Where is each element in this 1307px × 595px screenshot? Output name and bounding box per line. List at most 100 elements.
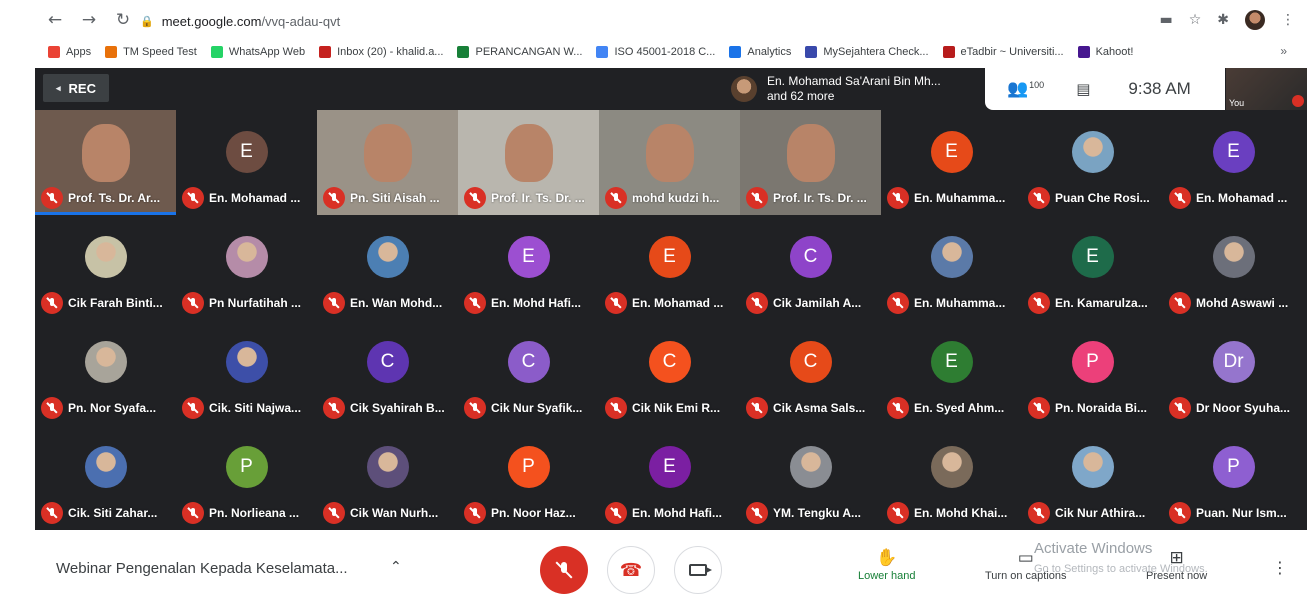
participant-nameplate: En. Muhamma... (887, 292, 1018, 314)
participant-tile[interactable]: C Cik Jamilah A... (740, 215, 881, 320)
bookmark-label: TM Speed Test (123, 46, 197, 58)
participant-tile[interactable]: Pn. Siti Aisah ... (317, 110, 458, 215)
camera-icon (689, 564, 712, 576)
participant-tile[interactable]: E En. Mohd Hafi... (599, 425, 740, 530)
participant-photo-avatar (930, 235, 973, 278)
participant-tile[interactable]: E En. Syed Ahm... (881, 320, 1022, 425)
bookmark-item[interactable]: ISO 45001-2018 C... (596, 46, 715, 58)
participant-video-feed (504, 124, 553, 182)
participant-initial-avatar: P (1071, 340, 1114, 383)
participant-tile[interactable]: P Pn. Norlieana ... (176, 425, 317, 530)
participant-tile[interactable]: C Cik Asma Sals... (740, 320, 881, 425)
participant-tile[interactable]: Pn. Nor Syafa... (35, 320, 176, 425)
participant-tile[interactable]: Dr Dr Noor Syuha... (1163, 320, 1304, 425)
participant-tile[interactable]: E En. Kamarulza... (1022, 215, 1163, 320)
participant-name: Cik Nik Emi R... (632, 401, 721, 415)
participant-tile[interactable]: Mohd Aswawi ... (1163, 215, 1304, 320)
bookmarks-overflow-icon[interactable]: » (1280, 44, 1287, 58)
mic-muted-icon (464, 292, 486, 314)
mic-muted-icon (323, 187, 345, 209)
more-options-icon[interactable]: ⋮ (1272, 558, 1288, 577)
participant-name: Pn. Norlieana ... (209, 506, 300, 520)
bookmark-item[interactable]: Kahoot! (1077, 46, 1133, 58)
bookmark-item[interactable]: TM Speed Test (105, 46, 197, 58)
microphone-toggle-button[interactable] (540, 546, 588, 594)
participant-initial-avatar: P (225, 445, 268, 488)
leave-call-button[interactable]: ☎ (607, 546, 655, 594)
participant-name: Cik. Siti Zahar... (68, 506, 158, 520)
participant-tile[interactable]: Puan Che Rosi... (1022, 110, 1163, 215)
presenter-indicator[interactable]: En. Mohamad Sa'Arani Bin Mh... and 62 mo… (725, 68, 985, 110)
bookmark-item[interactable]: MySejahtera Check... (805, 46, 929, 58)
participant-tile[interactable]: Cik Wan Nurh... (317, 425, 458, 530)
participant-tile[interactable]: E En. Mohamad ... (599, 215, 740, 320)
meeting-toolbar: Webinar Pengenalan Kepada Keselamata... … (0, 530, 1307, 595)
participant-name: En. Muhamma... (914, 296, 1006, 310)
participant-tile[interactable]: C Cik Nik Emi R... (599, 320, 740, 425)
participant-tile[interactable]: Prof. Ir. Ts. Dr. ... (740, 110, 881, 215)
mic-muted-icon (182, 502, 204, 524)
bookmark-item[interactable]: PERANCANGAN W... (457, 46, 582, 58)
lower-hand-button[interactable]: ✋ Lower hand (858, 548, 916, 582)
chat-icon[interactable]: ▤ (1076, 80, 1090, 98)
participant-name: Puan Che Rosi... (1055, 191, 1150, 205)
chevron-left-icon: ◂ (56, 82, 61, 93)
meeting-title[interactable]: Webinar Pengenalan Kepada Keselamata... (56, 560, 348, 577)
participant-tile[interactable]: E En. Mohamad ... (1163, 110, 1304, 215)
participant-tile[interactable]: E En. Mohamad ... (176, 110, 317, 215)
participant-name: Cik Asma Sals... (773, 401, 866, 415)
participant-nameplate: Cik Nik Emi R... (605, 397, 736, 419)
star-icon[interactable]: ☆ (1189, 12, 1202, 28)
bookmark-item[interactable]: eTadbir ~ Universiti... (942, 46, 1064, 58)
participant-tile[interactable]: En. Muhamma... (881, 215, 1022, 320)
participant-tile[interactable]: Cik. Siti Najwa... (176, 320, 317, 425)
bookmark-item[interactable]: WhatsApp Web (210, 46, 305, 58)
hand-icon: ✋ (876, 548, 898, 568)
participant-tile[interactable]: Prof. Ts. Dr. Ar... (35, 110, 176, 215)
reload-icon[interactable]: ↻ (112, 9, 134, 31)
address-bar[interactable]: 🔒 meet.google.com/vvq-adau-qvt (140, 10, 1230, 32)
participant-tile[interactable]: Prof. Ir. Ts. Dr. ... (458, 110, 599, 215)
forward-icon[interactable]: → (78, 9, 100, 31)
participant-nameplate: Pn. Norlieana ... (182, 502, 313, 524)
participant-tile[interactable]: E En. Mohd Hafi... (458, 215, 599, 320)
chevron-up-icon[interactable]: ⌃ (390, 559, 402, 575)
back-icon[interactable]: ← (44, 9, 66, 31)
bookmark-item[interactable]: Inbox (20) - khalid.a... (319, 46, 443, 58)
participant-photo-avatar (84, 445, 127, 488)
mic-muted-icon (1028, 502, 1050, 524)
participant-photo-avatar (366, 445, 409, 488)
chrome-menu-icon[interactable]: ⋮ (1281, 12, 1295, 28)
bookmarks-bar: Apps TM Speed Test WhatsApp Web Inbox (20) … (0, 40, 1307, 64)
cast-icon[interactable]: ▬ (1159, 12, 1172, 28)
participant-tile[interactable]: YM. Tengku A... (740, 425, 881, 530)
participant-nameplate: En. Mohd Khai... (887, 502, 1018, 524)
participant-name: En. Mohamad ... (209, 191, 301, 205)
bookmark-item[interactable]: Apps (48, 46, 91, 58)
participant-tile[interactable]: C Cik Syahirah B... (317, 320, 458, 425)
participant-tile[interactable]: En. Wan Mohd... (317, 215, 458, 320)
participant-tile[interactable]: Cik. Siti Zahar... (35, 425, 176, 530)
bookmark-label: ISO 45001-2018 C... (614, 46, 716, 58)
browser-actions: ▬ ☆ ✱ ⋮ (1159, 10, 1295, 30)
url-domain: meet.google.com (161, 13, 262, 29)
participant-tile[interactable]: P Puan. Nur Ism... (1163, 425, 1304, 530)
participant-tile[interactable]: E En. Muhamma... (881, 110, 1022, 215)
participant-tile[interactable]: Cik Nur Athira... (1022, 425, 1163, 530)
participant-tile[interactable]: mohd kudzi h... (599, 110, 740, 215)
self-view-tile[interactable]: You (1226, 68, 1307, 110)
browser-toolbar: ← → ↻ 🔒 meet.google.com/vvq-adau-qvt ▬ ☆… (0, 0, 1307, 40)
participant-tile[interactable]: C Cik Nur Syafik... (458, 320, 599, 425)
participant-tile[interactable]: Pn Nurfatihah ... (176, 215, 317, 320)
participant-tile[interactable]: En. Mohd Khai... (881, 425, 1022, 530)
participant-tile[interactable]: P Pn. Noor Haz... (458, 425, 599, 530)
extensions-icon[interactable]: ✱ (1217, 12, 1229, 28)
participant-tile[interactable]: Cik Farah Binti... (35, 215, 176, 320)
participant-tile[interactable]: P Pn. Noraida Bi... (1022, 320, 1163, 425)
bookmark-item[interactable]: Analytics (729, 46, 791, 58)
camera-toggle-button[interactable] (674, 546, 722, 594)
recording-button[interactable]: ◂ REC (43, 74, 109, 102)
participant-nameplate: Cik Nur Athira... (1028, 502, 1159, 524)
people-icon[interactable]: 👥 (1007, 79, 1028, 99)
profile-avatar[interactable] (1245, 10, 1265, 30)
